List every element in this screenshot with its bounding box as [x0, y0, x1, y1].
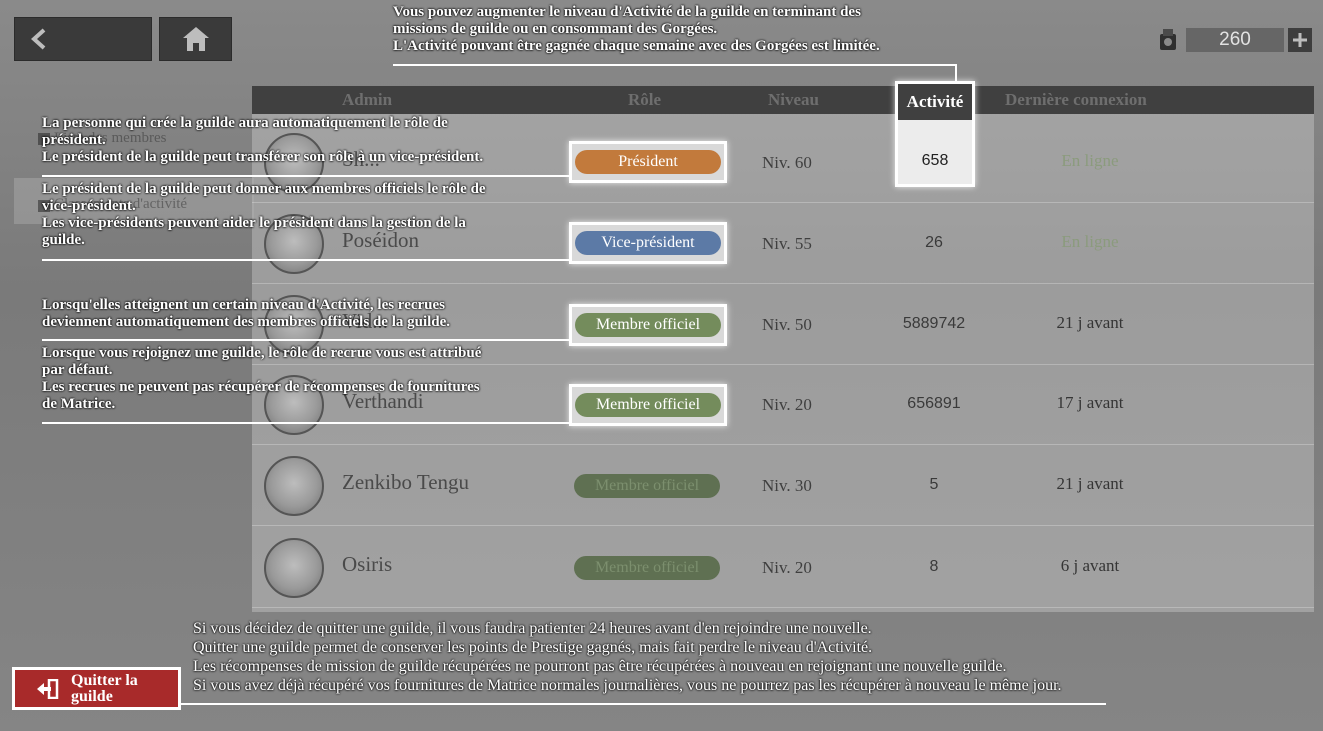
- member-activity: 5: [929, 476, 939, 493]
- vice-president-note: Le président de la guilde peut donner au…: [42, 181, 486, 248]
- header-last-login: Dernière connexion: [1005, 90, 1147, 109]
- home-button[interactable]: [159, 17, 232, 61]
- member-last-login: En ligne: [1061, 151, 1119, 170]
- header-activity: Activité: [898, 84, 972, 120]
- member-last-login: 6 j avant: [1060, 556, 1120, 575]
- member-level: Niv. 50: [762, 315, 812, 334]
- member-role-badge: Membre officiel: [574, 556, 720, 580]
- quit-guild-label: Quitter la guilde: [71, 671, 138, 705]
- back-arrow-icon: [31, 28, 46, 50]
- role-highlight-president: Président: [569, 141, 727, 183]
- back-button[interactable]: [14, 17, 152, 61]
- member-role-badge: Membre officiel: [574, 474, 720, 498]
- member-level: Niv. 55: [762, 234, 812, 253]
- gorgee-count: 260: [1186, 28, 1284, 52]
- quit-guild-button[interactable]: Quitter la guilde: [12, 667, 181, 710]
- vice-note-underline: [42, 259, 569, 261]
- role-highlight-vice: Vice-président: [569, 222, 727, 264]
- exit-door-icon: [37, 678, 59, 699]
- recruit-note-underline: [42, 422, 569, 424]
- member-activity: 656891: [907, 395, 961, 412]
- activity-column-highlight: Activité 658: [895, 81, 975, 187]
- member-activity: 26: [925, 234, 943, 251]
- member-last-login: 21 j avant: [1056, 474, 1124, 493]
- member-name: Osiris: [342, 552, 393, 576]
- member-activity: 5889742: [902, 315, 966, 332]
- member-last-login: En ligne: [1061, 232, 1119, 251]
- member-last-login: 21 j avant: [1056, 313, 1124, 332]
- add-gorgee-button[interactable]: [1288, 28, 1312, 52]
- president-note: La personne qui crée la guilde aura auto…: [42, 115, 484, 165]
- member-level: Niv. 20: [762, 395, 812, 414]
- vice-president-badge: Vice-président: [575, 231, 721, 255]
- member-level: Niv. 60: [762, 153, 812, 172]
- role-highlight-officer: Membre officiel: [569, 304, 727, 346]
- header-role: Rôle: [628, 90, 662, 109]
- quit-note: Si vous décidez de quitter une guilde, i…: [193, 620, 1062, 694]
- member-level: Niv. 30: [762, 476, 812, 495]
- quit-note-underline: [181, 703, 1106, 705]
- officer-badge: Membre officiel: [575, 313, 721, 337]
- member-last-login: 17 j avant: [1056, 393, 1124, 412]
- activity-note-connector: [955, 64, 957, 82]
- member-activity: 658: [921, 152, 949, 169]
- gorgee-icon: [1152, 24, 1184, 56]
- table-row[interactable]: Osiris Membre officiel Niv. 20 8 6 j ava…: [252, 528, 1314, 608]
- table-row[interactable]: Zenkibo Tengu Membre officiel Niv. 30 5 …: [252, 446, 1314, 526]
- table-header: Admin Rôle Niveau Dernière connexion: [252, 86, 1314, 114]
- home-icon: [182, 27, 209, 51]
- avatar: [264, 538, 324, 598]
- gorgee-currency: 260: [1152, 24, 1314, 56]
- member-name: Zenkibo Tengu: [342, 470, 470, 494]
- activity-note-underline: [393, 64, 957, 66]
- officer-note: Lorsqu'elles atteignent un certain nivea…: [42, 297, 451, 330]
- officer-note-underline: [42, 339, 569, 341]
- role-highlight-recruit: Membre officiel: [569, 384, 727, 426]
- member-activity: 8: [929, 558, 939, 575]
- president-note-underline: [42, 175, 569, 177]
- plus-icon: [1293, 33, 1307, 47]
- header-level: Niveau: [768, 90, 819, 109]
- header-admin: Admin: [342, 90, 393, 109]
- president-badge: Président: [575, 150, 721, 174]
- activity-note: Vous pouvez augmenter le niveau d'Activi…: [393, 4, 880, 54]
- avatar: [264, 456, 324, 516]
- member-level: Niv. 20: [762, 558, 812, 577]
- recruit-note: Lorsque vous rejoignez une guilde, le rô…: [42, 345, 482, 412]
- officer-badge: Membre officiel: [575, 393, 721, 417]
